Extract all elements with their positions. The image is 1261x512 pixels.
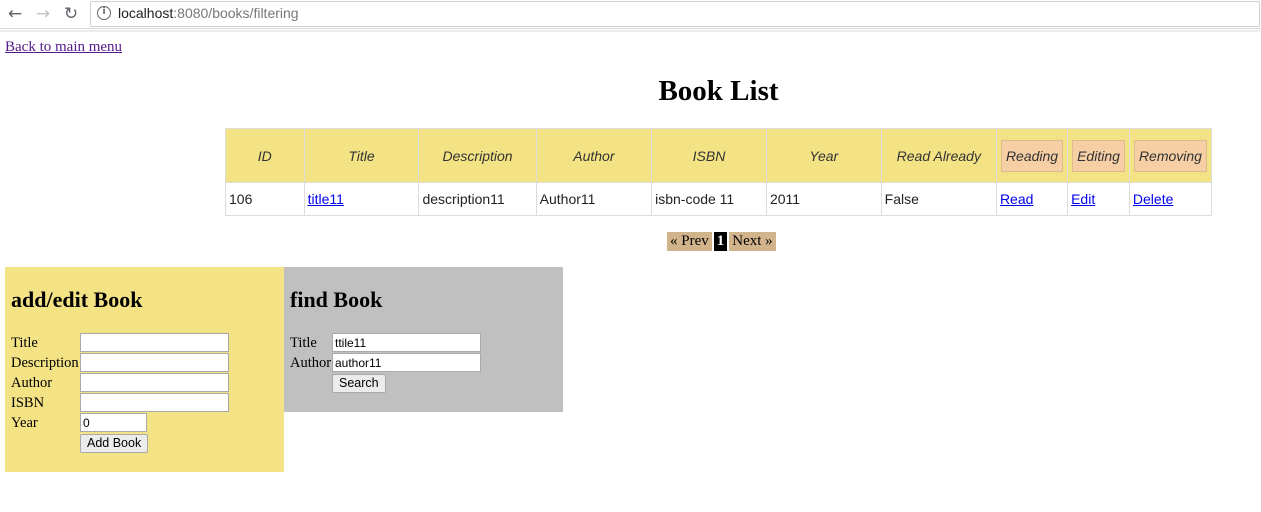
add-edit-book-panel: add/edit Book Title Description Author I… <box>5 267 284 472</box>
cell-description: description11 <box>418 182 537 216</box>
year-label: Year <box>11 415 38 431</box>
cell-isbn: isbn-code 11 <box>651 182 767 216</box>
next-page-button[interactable]: Next » <box>729 232 776 251</box>
edit-link[interactable]: Edit <box>1071 191 1095 207</box>
read-link[interactable]: Read <box>1000 191 1033 207</box>
find-author-input[interactable] <box>332 353 481 372</box>
info-icon[interactable]: i <box>97 6 111 20</box>
header-read-already: Read Already <box>880 128 997 183</box>
cell-read-already: False <box>880 182 997 216</box>
add-author-input[interactable] <box>80 373 229 392</box>
add-book-button[interactable]: Add Book <box>80 434 149 453</box>
books-table: ID Title Description Author ISBN Year Re… <box>225 128 1213 216</box>
add-description-input[interactable] <box>80 353 229 372</box>
cell-editing: Edit <box>1067 182 1130 216</box>
prev-page-button[interactable]: « Prev <box>667 232 712 251</box>
pagination: « Prev 1 Next » <box>667 232 776 251</box>
header-year: Year <box>765 128 882 183</box>
description-label: Description <box>11 355 79 371</box>
search-button[interactable]: Search <box>332 374 386 393</box>
add-edit-heading: add/edit Book <box>11 287 143 312</box>
table-row: 106 title11 description11 Author11 isbn-… <box>225 182 1213 216</box>
table-header-row: ID Title Description Author ISBN Year Re… <box>225 128 1213 183</box>
cell-year: 2011 <box>765 182 882 216</box>
header-title: Title <box>303 128 420 183</box>
address-bar[interactable]: i localhost:8080/books/filtering <box>90 1 1260 27</box>
add-isbn-input[interactable] <box>80 393 229 412</box>
author-label: Author <box>11 375 53 391</box>
delete-link[interactable]: Delete <box>1133 191 1173 207</box>
divider <box>0 30 1261 32</box>
page-title: Book List <box>658 75 779 107</box>
find-book-panel: find Book Title Author Search <box>284 267 563 412</box>
back-to-main-menu-link[interactable]: Back to main menu <box>5 39 122 56</box>
url-host: localhost <box>118 5 174 21</box>
header-isbn: ISBN <box>651 128 767 183</box>
header-author: Author <box>535 128 653 183</box>
reload-icon[interactable]: ↻ <box>61 4 81 24</box>
header-reading: Reading <box>995 128 1069 183</box>
find-title-label: Title <box>290 335 317 351</box>
title-link[interactable]: title11 <box>308 191 344 207</box>
header-editing: Editing <box>1067 128 1130 183</box>
current-page[interactable]: 1 <box>713 232 728 251</box>
find-heading: find Book <box>290 287 383 312</box>
browser-toolbar: ← → ↻ i localhost:8080/books/filtering <box>0 0 1261 29</box>
forward-arrow-icon[interactable]: → <box>33 4 53 24</box>
find-title-input[interactable] <box>332 333 481 352</box>
header-id: ID <box>225 128 305 183</box>
url-path: :8080/books/filtering <box>173 5 299 21</box>
header-description: Description <box>418 128 537 183</box>
find-author-label: Author <box>290 355 332 371</box>
cell-removing: Delete <box>1128 182 1213 216</box>
add-title-input[interactable] <box>80 333 229 352</box>
back-arrow-icon[interactable]: ← <box>5 4 25 24</box>
header-removing-label: Removing <box>1133 139 1207 172</box>
cell-reading: Read <box>995 182 1069 216</box>
add-year-input[interactable] <box>80 413 147 432</box>
cell-title: title11 <box>303 182 420 216</box>
cell-id: 106 <box>225 182 305 216</box>
header-reading-label: Reading <box>1000 139 1064 172</box>
isbn-label: ISBN <box>11 395 45 411</box>
header-removing: Removing <box>1128 128 1213 183</box>
title-label: Title <box>11 335 38 351</box>
cell-author: Author11 <box>535 182 653 216</box>
header-editing-label: Editing <box>1072 139 1125 172</box>
url-text: localhost:8080/books/filtering <box>118 5 299 21</box>
